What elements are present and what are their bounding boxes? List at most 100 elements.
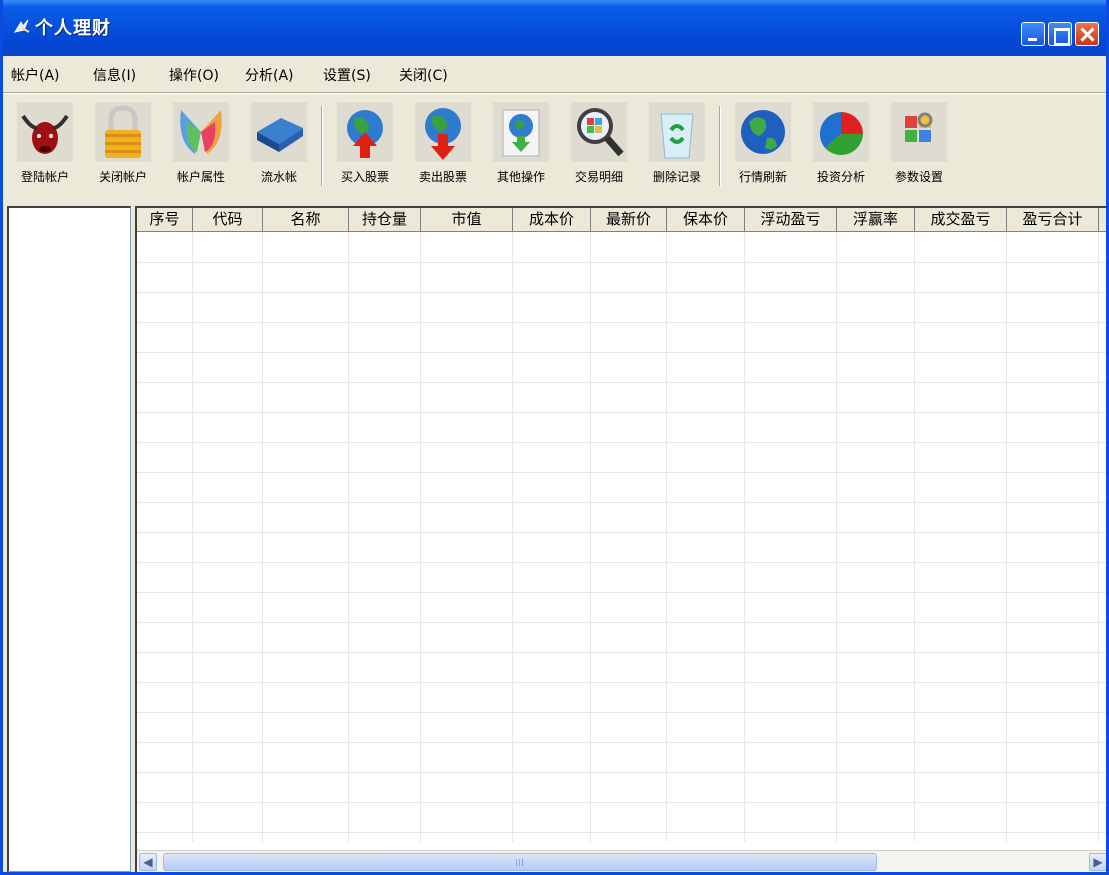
scroll-thumb[interactable] [163,853,877,871]
globe-icon [735,102,791,162]
menu-settings[interactable]: 设置(S) [323,65,371,85]
menu-operation[interactable]: 操作(O) [169,65,219,85]
refresh-quotes-button[interactable]: 行情刷新 [727,102,799,188]
grid-column-line [262,232,263,842]
column-header[interactable]: 市值 [421,208,513,232]
pie-chart-icon [813,102,869,162]
grid-column-line [420,232,421,842]
toolbar-label: 删除记录 [652,170,701,184]
toolbar-label: 行情刷新 [738,170,787,184]
toolbar-label: 买入股票 [340,170,389,184]
toolbar-label: 交易明细 [574,170,623,184]
grid-column-line [914,232,915,842]
scroll-grip-icon [516,859,525,866]
column-header[interactable]: 成交盈亏 [915,208,1007,232]
toolbar-label: 其他操作 [496,170,545,184]
grid-row-line [137,622,1106,623]
holdings-grid[interactable]: 序号代码名称持仓量市值成本价最新价保本价浮动盈亏浮赢率成交盈亏盈亏合计月 ◀ ▶ [135,206,1106,872]
login-account-button[interactable]: 登陆帐户 [9,102,81,188]
close-button[interactable] [1075,22,1099,46]
buy-stock-button[interactable]: 买入股票 [329,102,401,188]
investment-analysis-button[interactable]: 投资分析 [805,102,877,188]
ledger-button[interactable]: 流水帐 [243,102,315,188]
grid-column-line [192,232,193,842]
app-window: 个人理财 帐户(A) 信息(I) 操作(O) 分析(A) 设置(S) 关闭(C)… [0,0,1109,875]
grid-row-line [137,832,1106,833]
toolbar-separator [321,106,323,186]
grid-row-line [137,562,1106,563]
menu-account[interactable]: 帐户(A) [11,65,60,85]
menu-close[interactable]: 关闭(C) [399,65,448,85]
grid-column-line [666,232,667,842]
butterfly-icon [173,102,229,162]
grid-row-line [137,352,1106,353]
column-header[interactable]: 代码 [193,208,263,232]
menu-info[interactable]: 信息(I) [93,65,136,85]
grid-row-line [137,412,1106,413]
menu-analysis[interactable]: 分析(A) [245,65,294,85]
client-area: 序号代码名称持仓量市值成本价最新价保本价浮动盈亏浮赢率成交盈亏盈亏合计月 ◀ ▶ [3,200,1106,872]
other-operations-button[interactable]: 其他操作 [485,102,557,188]
toolbar-separator [719,106,721,186]
recycle-bin-icon [649,102,705,162]
title-bar[interactable]: 个人理财 [3,0,1106,56]
grid-column-line [744,232,745,842]
column-header[interactable]: 浮动盈亏 [745,208,837,232]
grid-row-line [137,472,1106,473]
globe-download-icon [493,102,549,162]
column-header[interactable]: 成本价 [513,208,591,232]
grid-row-line [137,592,1106,593]
grid-row-line [137,652,1106,653]
close-account-button[interactable]: 关闭帐户 [87,102,159,188]
grid-row-line [137,382,1106,383]
globe-up-arrow-icon [337,102,393,162]
toolbar-label: 投资分析 [816,170,865,184]
grid-column-line [348,232,349,842]
magnifier-icon [571,102,627,162]
grid-column-line [1006,232,1007,842]
account-properties-button[interactable]: 帐户属性 [165,102,237,188]
column-header[interactable]: 盈亏合计 [1007,208,1099,232]
toolbar-label: 登陆帐户 [20,170,69,184]
minimize-button[interactable] [1021,22,1045,46]
book-icon [251,102,307,162]
account-tree-panel[interactable] [7,206,131,872]
grid-column-line [1098,232,1099,842]
grid-column-line [512,232,513,842]
horizontal-scrollbar[interactable]: ◀ ▶ [137,850,1106,872]
scroll-left-arrow-icon[interactable]: ◀ [139,853,157,871]
delete-record-button[interactable]: 删除记录 [641,102,713,188]
grid-row-line [137,712,1106,713]
sell-stock-button[interactable]: 卖出股票 [407,102,479,188]
toolbar-label: 帐户属性 [176,170,225,184]
menu-divider [3,92,1106,94]
menu-bar: 帐户(A) 信息(I) 操作(O) 分析(A) 设置(S) 关闭(C) [3,62,1106,88]
grid-header: 序号代码名称持仓量市值成本价最新价保本价浮动盈亏浮赢率成交盈亏盈亏合计月 [137,208,1106,232]
maximize-button[interactable] [1048,22,1072,46]
grid-row-line [137,442,1106,443]
column-header[interactable]: 序号 [137,208,193,232]
lock-icon [95,102,151,162]
parameter-settings-button[interactable]: 参数设置 [883,102,955,188]
toolbar: 登陆帐户 关闭帐户 帐户属性 流水帐 买入股票 卖出股票 其他操作 交易明细 删… [3,98,1106,194]
grid-row-line [137,532,1106,533]
scroll-right-arrow-icon[interactable]: ▶ [1089,853,1106,871]
column-header[interactable]: 月 [1099,208,1106,232]
toolbar-label: 卖出股票 [418,170,467,184]
window-title: 个人理财 [35,18,111,39]
grid-column-line [590,232,591,842]
grid-row-line [137,262,1106,263]
grid-row-line [137,682,1106,683]
column-header[interactable]: 持仓量 [349,208,421,232]
trade-details-button[interactable]: 交易明细 [563,102,635,188]
grid-row-line [137,742,1106,743]
grid-body[interactable] [137,232,1106,842]
grid-row-line [137,802,1106,803]
column-header[interactable]: 浮赢率 [837,208,915,232]
globe-down-arrow-icon [415,102,471,162]
column-header[interactable]: 最新价 [591,208,667,232]
column-header[interactable]: 保本价 [667,208,745,232]
column-header[interactable]: 名称 [263,208,349,232]
app-icon [13,19,30,33]
grid-row-line [137,292,1106,293]
